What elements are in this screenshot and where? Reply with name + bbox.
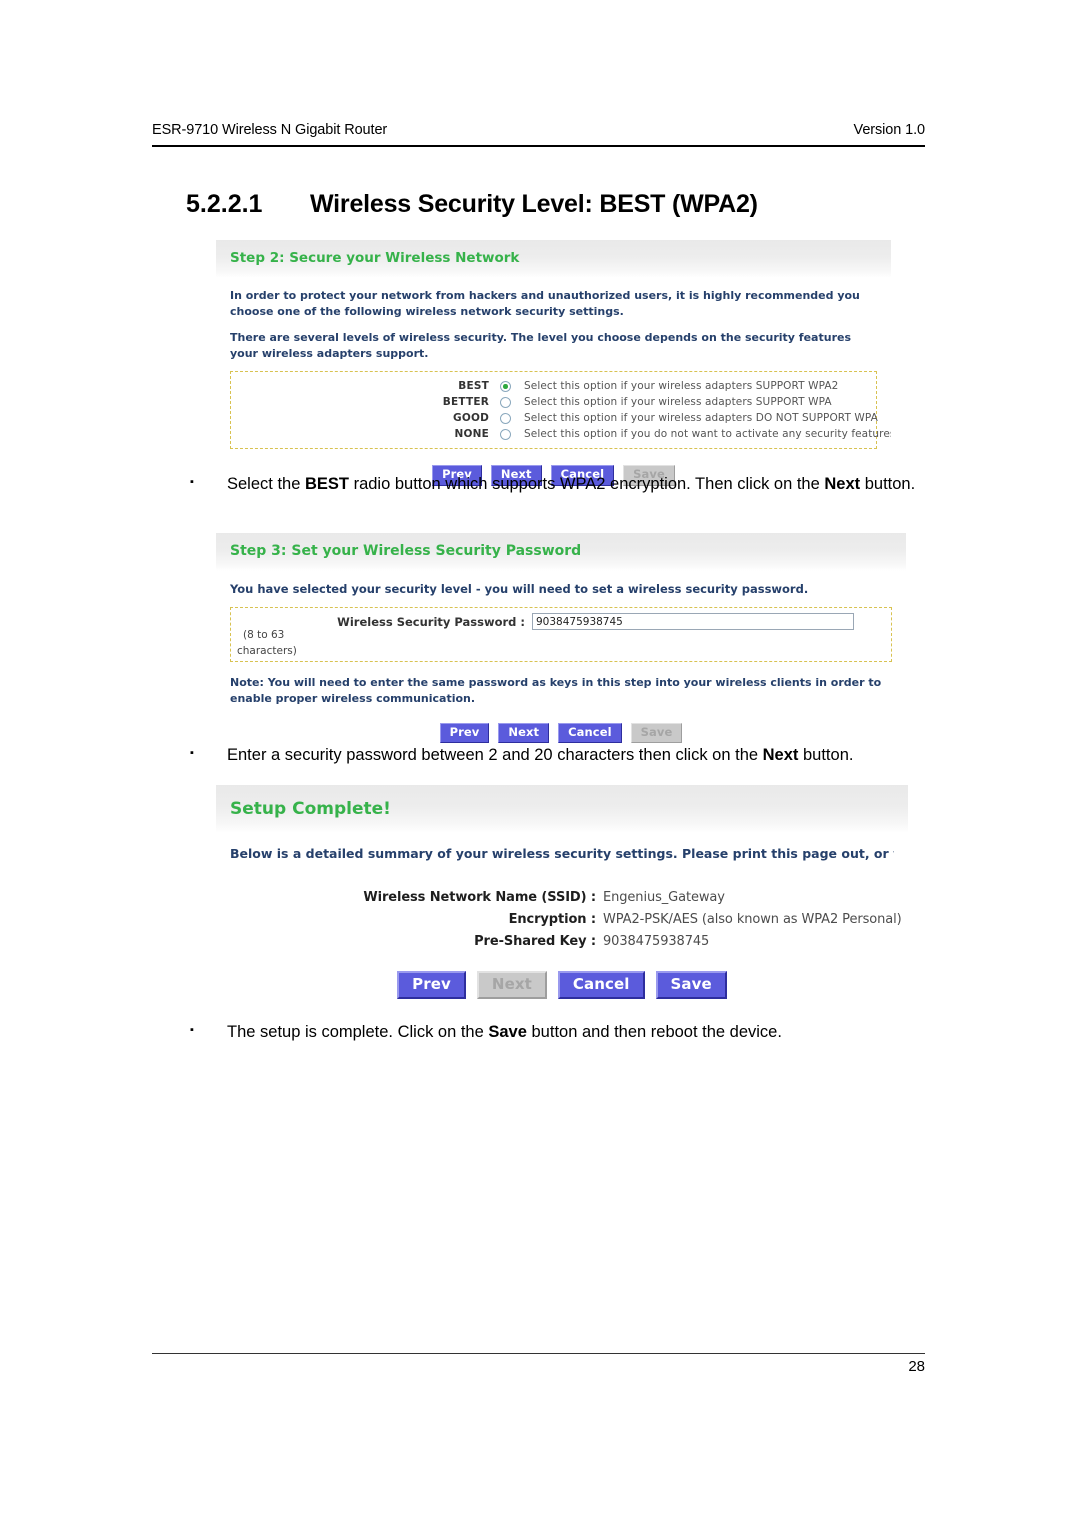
step3-paragraph-1: You have selected your security level - …	[230, 582, 809, 596]
running-header-right: Version 1.0	[853, 122, 926, 138]
bullet2-seg-1: Next	[762, 746, 799, 764]
option-label-best: BEST	[458, 380, 489, 393]
radio-good-icon[interactable]	[500, 412, 511, 424]
summary-value-encryption: WPA2-PSK/AES (also known as WPA2 Persona…	[603, 912, 902, 928]
bullet1-seg-3: Next	[824, 475, 861, 493]
complete-save-button[interactable]: Save	[655, 970, 727, 999]
step2-paragraph-1: In order to protect your network from ha…	[230, 289, 860, 318]
step3-next-button[interactable]: Next	[498, 722, 550, 743]
page-title: 5.2.2.1 Wireless Security Level: BEST (W…	[186, 190, 926, 219]
bullet-text-2: Enter a security password between 2 and …	[227, 743, 928, 769]
option-desc-good: Select this option if your wireless adap…	[524, 412, 878, 425]
summary-row-ssid: Wireless Network Name (SSID) : Engenius_…	[230, 887, 894, 909]
option-label-better: BETTER	[442, 396, 489, 409]
step2-paragraph-2: There are several levels of wireless sec…	[230, 331, 852, 360]
option-desc-better: Select this option if your wireless adap…	[524, 396, 832, 409]
bullet-text-3: The setup is complete. Click on the Save…	[227, 1020, 928, 1046]
radio-none-icon[interactable]	[500, 428, 511, 440]
summary-label-ssid: Wireless Network Name (SSID) :	[363, 890, 596, 906]
bullet-marker: ▪	[190, 1024, 194, 1036]
footer-divider	[152, 1353, 925, 1354]
complete-next-button: Next	[476, 970, 547, 999]
option-desc-none: Select this option if you do not want to…	[524, 428, 891, 441]
wireless-security-password-input[interactable]	[532, 613, 854, 631]
option-desc-best: Select this option if your wireless adap…	[524, 380, 839, 393]
bullet3-seg-2: button and then reboot the device.	[526, 1023, 782, 1041]
summary-value-psk: 9038475938745	[603, 934, 710, 950]
step3-prev-button[interactable]: Prev	[439, 722, 490, 743]
step3-password-box: Wireless Security Password : (8 to 63 ch…	[230, 607, 892, 663]
option-label-good: GOOD	[453, 412, 489, 425]
bullet1-seg-1: BEST	[304, 475, 349, 493]
bullet1-seg-0: Select the	[227, 475, 305, 493]
page-number: 28	[908, 1358, 925, 1375]
step2-title: Step 2: Secure your Wireless Network	[216, 240, 891, 278]
bullet-item-2: ▪ Enter a security password between 2 an…	[190, 743, 928, 769]
complete-cancel-button[interactable]: Cancel	[557, 970, 645, 999]
bullet-item-1: ▪ Select the BEST radio button which sup…	[190, 472, 928, 498]
setup-summary-list: Wireless Network Name (SSID) : Engenius_…	[230, 887, 902, 953]
option-row-better[interactable]: BETTER Select this option if your wirele…	[237, 394, 868, 410]
header-divider	[152, 145, 925, 147]
document-page: ESR-9710 Wireless N Gigabit Router Versi…	[0, 0, 1080, 1527]
summary-label-encryption: Encryption :	[508, 912, 597, 928]
bullet3-seg-1: Save	[488, 1023, 527, 1041]
section-title: Wireless Security Level: BEST (WPA2)	[310, 190, 758, 218]
radio-best-icon[interactable]	[500, 380, 511, 392]
password-hint-wrap: characters)	[237, 644, 297, 657]
setup-complete-button-row: Prev Next Cancel Save	[230, 953, 894, 1007]
step3-title: Step 3: Set your Wireless Security Passw…	[216, 533, 906, 571]
setup-complete-paragraph: Below is a detailed summary of your wire…	[230, 846, 894, 861]
option-row-good[interactable]: GOOD Select this option if your wireless…	[237, 410, 878, 426]
screenshot-step3-panel: Step 3: Set your Wireless Security Passw…	[216, 533, 906, 761]
radio-better-icon[interactable]	[500, 396, 511, 408]
bullet-item-3: ▪ The setup is complete. Click on the Sa…	[190, 1020, 928, 1046]
running-header-left: ESR-9710 Wireless N Gigabit Router	[152, 122, 388, 138]
summary-row-encryption: Encryption : WPA2-PSK/AES (also known as…	[230, 909, 902, 931]
step2-options-box: BEST Select this option if your wireless…	[230, 371, 891, 450]
summary-row-psk: Pre-Shared Key : 9038475938745	[230, 931, 894, 953]
option-row-best[interactable]: BEST Select this option if your wireless…	[237, 378, 868, 394]
option-label-none: NONE	[454, 428, 489, 441]
bullet1-seg-4: button.	[860, 475, 916, 493]
step3-save-button: Save	[630, 722, 683, 743]
summary-label-psk: Pre-Shared Key :	[474, 934, 596, 950]
summary-value-ssid: Engenius_Gateway	[603, 890, 725, 906]
setup-complete-title: Setup Complete!	[216, 785, 908, 833]
option-row-none[interactable]: NONE Select this option if you do not wa…	[237, 426, 891, 442]
complete-prev-button[interactable]: Prev	[397, 970, 466, 999]
screenshot-setup-complete-panel: Setup Complete! Below is a detailed summ…	[216, 785, 908, 1017]
password-field-row: Wireless Security Password : (8 to 63 ch…	[237, 613, 885, 657]
bullet2-seg-2: button.	[798, 746, 854, 764]
bullet-text-1: Select the BEST radio button which suppo…	[227, 472, 928, 498]
password-hint: (8 to 63	[243, 629, 285, 642]
step3-note: Note: You will need to enter the same pa…	[230, 676, 882, 706]
bullet2-seg-0: Enter a security password between 2 and …	[227, 746, 763, 764]
security-level-radio-group[interactable]: BEST Select this option if your wireless…	[237, 378, 891, 442]
screenshot-step2-panel: Step 2: Secure your Wireless Network In …	[216, 240, 891, 504]
bullet1-seg-2: radio button which supports WPA2 encrypt…	[348, 475, 825, 493]
password-field-label: Wireless Security Password :	[337, 614, 525, 629]
bullet-marker: ▪	[190, 747, 194, 759]
section-number: 5.2.2.1	[186, 190, 263, 218]
running-header: ESR-9710 Wireless N Gigabit Router Versi…	[152, 122, 925, 138]
bullet-marker: ▪	[190, 476, 194, 488]
bullet3-seg-0: The setup is complete. Click on the	[227, 1023, 489, 1041]
step3-cancel-button[interactable]: Cancel	[558, 722, 622, 743]
